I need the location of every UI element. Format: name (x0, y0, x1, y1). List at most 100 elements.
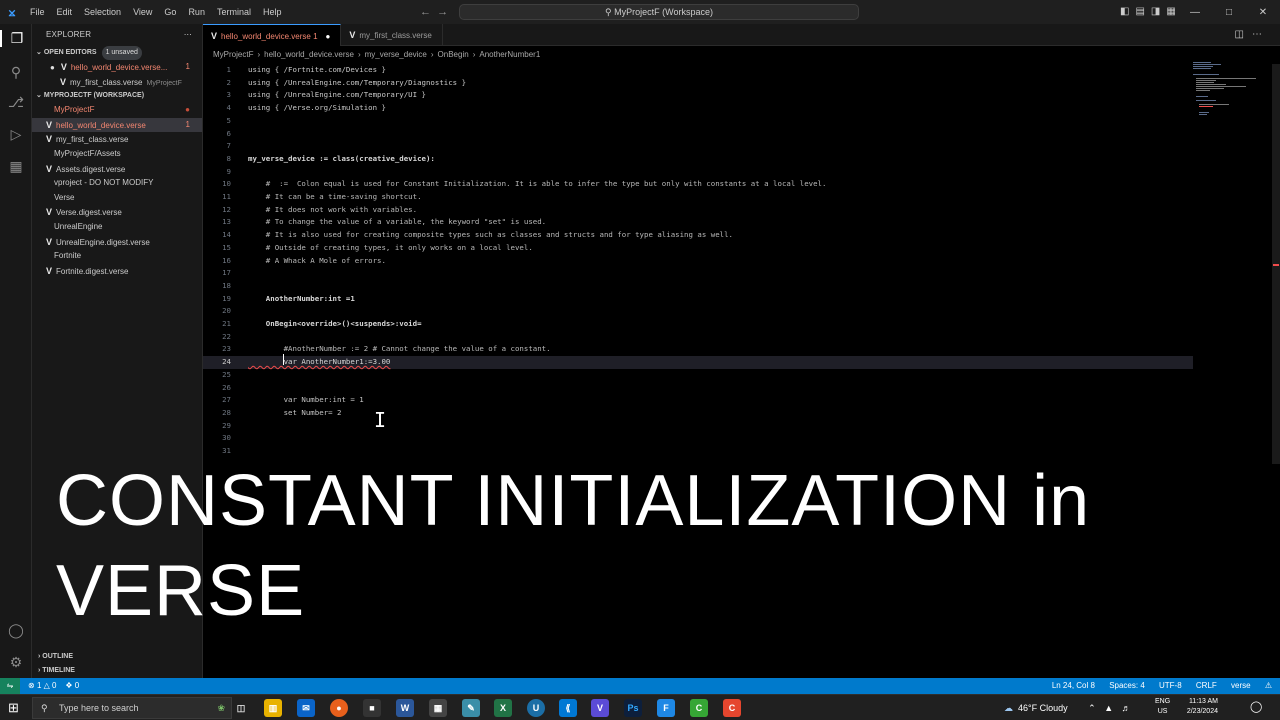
task-view-icon[interactable]: ◫ (232, 699, 250, 717)
menu-help[interactable]: Help (257, 0, 288, 24)
taskbar-search[interactable]: ⚲ Type here to search ❀ (32, 697, 232, 719)
code-line[interactable]: 17 (203, 267, 1193, 280)
code-line[interactable]: 4 using { /Verse.org/Simulation } (203, 102, 1193, 115)
code-line[interactable]: 3 using { /UnrealEngine.com/Temporary/UI … (203, 89, 1193, 102)
menu-go[interactable]: Go (158, 0, 182, 24)
editor-scrollbar[interactable] (1272, 64, 1280, 464)
code-line[interactable]: 13 # To change the value of a variable, … (203, 216, 1193, 229)
unreal-engine-icon[interactable]: U (527, 699, 545, 717)
calculator-icon[interactable]: ▦ (429, 699, 447, 717)
breadcrumb-item[interactable]: AnotherNumber1 (479, 50, 540, 59)
menu-terminal[interactable]: Terminal (211, 0, 257, 24)
tree-item[interactable]: V Assets.digest.verse (32, 162, 202, 177)
breadcrumb-item[interactable]: OnBegin (438, 50, 469, 59)
code-line[interactable]: 1 using { /Fortnite.com/Devices } (203, 64, 1193, 77)
toggle-sidebar-icon[interactable]: ◧ (1120, 6, 1135, 17)
app-icon[interactable]: ■ (363, 699, 381, 717)
app-f-icon[interactable]: F (657, 699, 675, 717)
tree-item[interactable]: UnrealEngine (32, 220, 202, 235)
code-line[interactable]: 8 my_verse_device := class(creative_devic… (203, 153, 1193, 166)
language-indicator[interactable]: ENG US (1155, 697, 1170, 717)
tree-item[interactable]: Vhello_world_device.verse 1 (32, 117, 202, 133)
tree-item[interactable]: Vmy_first_class.verse (32, 132, 202, 147)
ports-indicator[interactable]: ❖ 0 (65, 681, 79, 690)
camtasia-icon[interactable]: C (690, 699, 708, 717)
code-line[interactable]: 5 (203, 115, 1193, 128)
notifications-bell-icon[interactable]: ⚠ (1265, 681, 1272, 690)
problems-indicator[interactable]: ⊗ 1 △ 0 (28, 681, 59, 690)
menu-edit[interactable]: Edit (51, 0, 79, 24)
search-icon[interactable]: ⚲ (0, 64, 32, 81)
menu-run[interactable]: Run (182, 0, 211, 24)
code-line[interactable]: 28 set Number= 2 (203, 407, 1193, 420)
breadcrumb-item[interactable]: MyProjectF (213, 50, 253, 59)
open-editors-section[interactable]: ⌄ OPEN EDITORS 1 unsaved (32, 46, 202, 60)
code-line[interactable]: 6 (203, 128, 1193, 141)
minimize-icon[interactable]: — (1178, 7, 1212, 18)
code-line[interactable]: 20 (203, 305, 1193, 318)
code-line[interactable]: 30 (203, 432, 1193, 445)
open-editor-item[interactable]: Vmy_first_class.verse MyProjectF (32, 75, 202, 90)
code-line[interactable]: 19 AnotherNumber:int =1 (203, 293, 1193, 306)
close-icon[interactable]: ✕ (1246, 7, 1280, 18)
menu-view[interactable]: View (127, 0, 158, 24)
toggle-secondary-sidebar-icon[interactable]: ◨ (1151, 6, 1166, 17)
timeline-section[interactable]: › TIMELINE (32, 664, 75, 678)
code-line[interactable]: 7 (203, 140, 1193, 153)
end-of-line[interactable]: CRLF (1196, 681, 1217, 690)
tab-hello-world-device[interactable]: Vhello_world_device.verse 1 ● (203, 24, 342, 46)
menu-file[interactable]: File (24, 0, 51, 24)
firefox-icon[interactable]: ● (330, 699, 348, 717)
menu-selection[interactable]: Selection (78, 0, 127, 24)
code-line[interactable]: 10 # := Colon equal is used for Constant… (203, 178, 1193, 191)
code-line[interactable]: 24 var AnotherNumber1:=3.00 (203, 356, 1193, 369)
minimap[interactable] (1193, 62, 1263, 122)
volume-icon[interactable]: ♬ (1122, 703, 1131, 713)
file-explorer-icon[interactable]: ▥ (264, 699, 282, 717)
code-line[interactable]: 26 (203, 382, 1193, 395)
command-center[interactable]: ⚲ MyProjectF (Workspace) (459, 4, 859, 20)
tree-item[interactable]: MyProjectF/Assets (32, 147, 202, 162)
cursor-position[interactable]: Ln 24, Col 8 (1052, 681, 1095, 690)
vscode-icon[interactable]: ⟪ (559, 699, 577, 717)
explorer-icon[interactable]: ❐ (0, 30, 32, 47)
tree-item[interactable]: MyProjectF ● (32, 103, 202, 118)
tree-item[interactable]: Verse (32, 191, 202, 206)
word-icon[interactable]: W (396, 699, 414, 717)
remote-indicator-icon[interactable]: ⇋ (0, 678, 20, 694)
code-line[interactable]: 16 # A Whack A Mole of errors. (203, 255, 1193, 268)
code-line[interactable]: 14 # It is also used for creating compos… (203, 229, 1193, 242)
code-line[interactable]: 11 # It can be a time-saving shortcut. (203, 191, 1193, 204)
account-icon[interactable]: ◯ (0, 622, 32, 639)
run-debug-icon[interactable]: ▷ (0, 126, 32, 143)
forward-arrow-icon[interactable]: → (437, 6, 448, 18)
tree-item[interactable]: Fortnite (32, 249, 202, 264)
split-editor-icon[interactable]: ◫ (1235, 29, 1252, 40)
extensions-icon[interactable]: ▦ (0, 158, 32, 175)
maximize-icon[interactable]: □ (1212, 7, 1246, 18)
encoding[interactable]: UTF-8 (1159, 681, 1182, 690)
tree-item[interactable]: V UnrealEngine.digest.verse (32, 235, 202, 250)
toggle-panel-icon[interactable]: ▤ (1135, 6, 1150, 17)
code-line[interactable]: 9 (203, 166, 1193, 179)
code-line[interactable]: 22 (203, 331, 1193, 344)
breadcrumb-item[interactable]: my_verse_device (365, 50, 427, 59)
notification-center-icon[interactable]: ◯ (1250, 700, 1266, 716)
language-mode[interactable]: verse (1231, 681, 1251, 690)
code-line[interactable]: 2 using { /UnrealEngine.com/Temporary/Dia… (203, 77, 1193, 90)
tab-my-first-class[interactable]: Vmy_first_class.verse (341, 24, 443, 46)
source-control-icon[interactable]: ⎇ (0, 94, 32, 111)
camtasia-recorder-icon[interactable]: C (723, 699, 741, 717)
verse-app-icon[interactable]: V (591, 699, 609, 717)
workspace-section[interactable]: ⌄ MYPROJECTF (WORKSPACE) (32, 89, 202, 103)
code-line[interactable]: 29 (203, 420, 1193, 433)
unsaved-dot-icon[interactable]: ● (326, 32, 331, 41)
code-line[interactable]: 27 var Number:int = 1 (203, 394, 1193, 407)
indentation[interactable]: Spaces: 4 (1109, 681, 1145, 690)
tree-item[interactable]: vproject - DO NOT MODIFY (32, 176, 202, 191)
code-line[interactable]: 15 # Outside of creating types, it only … (203, 242, 1193, 255)
notepad-icon[interactable]: ✎ (462, 699, 480, 717)
more-actions-icon[interactable]: ⋯ (184, 24, 192, 46)
taskbar-clock[interactable]: 11:13 AM 2/23/2024 (1178, 697, 1218, 717)
photoshop-icon[interactable]: Ps (624, 699, 642, 717)
